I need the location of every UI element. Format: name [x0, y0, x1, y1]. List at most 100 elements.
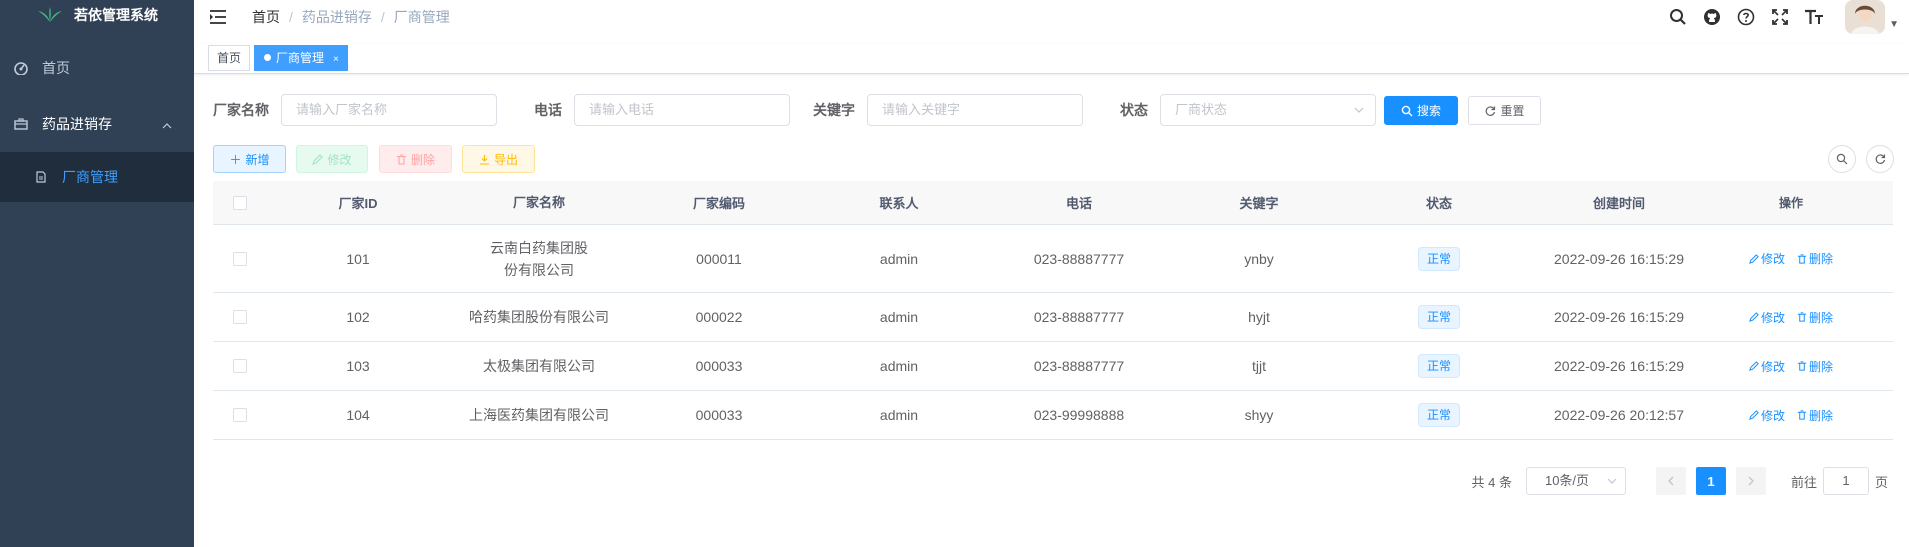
- row-delete-label: 删除: [1809, 359, 1834, 374]
- sidebar-item-label: 药品进销存: [42, 116, 112, 132]
- tag-manufacturer[interactable]: 厂商管理 ×: [254, 45, 348, 71]
- edit-icon: [1749, 361, 1759, 371]
- cell-actions: 修改 删除: [1709, 407, 1873, 424]
- header-name: 厂家名称: [512, 194, 565, 210]
- row-delete-link[interactable]: 删除: [1797, 358, 1833, 375]
- row-edit-link[interactable]: 修改: [1749, 407, 1785, 424]
- cell-created-time: 2022-09-26 20:12:57: [1554, 407, 1684, 423]
- row-delete-link[interactable]: 删除: [1797, 309, 1833, 326]
- table-header: 厂家ID 厂家名称 厂家编码 联系人 电话 关键字 状态 创建时间 操作: [213, 181, 1893, 225]
- cell-id: 104: [346, 407, 370, 423]
- navbar: 首页 / 药品进销存 / 厂商管理 ▼: [194, 0, 1909, 34]
- edit-button[interactable]: 修改: [296, 145, 368, 173]
- status-label: 状态: [1120, 102, 1148, 118]
- fullscreen-icon[interactable]: [1769, 6, 1791, 28]
- sidebar: 若依管理系统 首页 药品进销存 厂商管理: [0, 0, 194, 547]
- header-code: 厂家编码: [692, 196, 745, 211]
- row-delete-link[interactable]: 删除: [1797, 407, 1833, 424]
- font-size-icon[interactable]: [1803, 6, 1825, 28]
- refresh-button[interactable]: [1866, 145, 1894, 173]
- cell-contact: admin: [879, 250, 919, 267]
- sidebar-item-label: 首页: [42, 60, 70, 76]
- phone-input[interactable]: 请输入电话: [574, 94, 790, 126]
- breadcrumb: 首页 / 药品进销存 / 厂商管理: [252, 7, 450, 27]
- cell-name: 云南白药集团股份有限公司: [490, 239, 588, 278]
- row-checkbox[interactable]: [233, 408, 247, 422]
- chevron-right-icon: [1748, 476, 1754, 486]
- row-edit-label: 修改: [1760, 359, 1785, 374]
- row-checkbox[interactable]: [233, 310, 247, 324]
- edit-icon: [1749, 410, 1759, 420]
- status-badge: 正常: [1417, 246, 1460, 271]
- row-edit-link[interactable]: 修改: [1749, 250, 1785, 267]
- delete-button-label: 删除: [410, 152, 435, 167]
- sidebar-logo[interactable]: 若依管理系统: [0, 0, 194, 30]
- caret-down-icon[interactable]: ▼: [1889, 19, 1899, 30]
- active-dot-icon: [264, 54, 271, 61]
- trash-icon: [1797, 410, 1807, 420]
- reset-button-label: 重置: [1500, 104, 1525, 118]
- name-label: 厂家名称: [213, 102, 269, 118]
- row-delete-link[interactable]: 删除: [1797, 250, 1833, 267]
- tag-home[interactable]: 首页: [208, 45, 251, 71]
- chevron-up-icon: [162, 118, 172, 134]
- export-button-label: 导出: [493, 152, 518, 167]
- page-number-current[interactable]: 1: [1695, 467, 1726, 495]
- next-page-button[interactable]: [1735, 467, 1766, 495]
- breadcrumb-separator: /: [289, 9, 293, 25]
- breadcrumb-home[interactable]: 首页: [252, 7, 280, 27]
- sidebar-item-drug-inventory[interactable]: 药品进销存: [0, 96, 194, 152]
- page-size-value: 10条/页: [1544, 473, 1590, 488]
- cell-created-time: 2022-09-26 16:15:29: [1554, 358, 1684, 374]
- close-icon[interactable]: ×: [333, 54, 339, 65]
- edit-button-label: 修改: [327, 152, 352, 167]
- pagination: 共 4 条 10条/页 1 前往 1 页: [1472, 467, 1909, 495]
- goto-label: 前往: [1790, 474, 1817, 490]
- row-edit-link[interactable]: 修改: [1749, 358, 1785, 375]
- table-row: 102 哈药集团股份有限公司 000022 admin 023-88887777…: [213, 293, 1893, 342]
- goto-page-input[interactable]: 1: [1822, 467, 1869, 495]
- add-button[interactable]: ＋新增: [213, 145, 286, 173]
- cell-code: 000033: [695, 358, 743, 374]
- cell-phone: 023-88887777: [1033, 309, 1125, 325]
- cell-contact: admin: [879, 309, 919, 325]
- search-icon[interactable]: [1667, 6, 1689, 28]
- row-edit-link[interactable]: 修改: [1749, 309, 1785, 326]
- github-icon[interactable]: [1701, 6, 1723, 28]
- refresh-icon: [1875, 154, 1886, 164]
- keyword-input[interactable]: 请输入关键字: [867, 94, 1083, 126]
- sidebar-item-manufacturer[interactable]: 厂商管理: [0, 152, 194, 202]
- status-select-placeholder: 厂商状态: [1175, 102, 1228, 117]
- select-all-checkbox[interactable]: [233, 195, 247, 210]
- status-select[interactable]: 厂商状态: [1160, 94, 1376, 126]
- toggle-search-button[interactable]: [1828, 145, 1856, 173]
- page-size-select[interactable]: 10条/页: [1525, 467, 1626, 495]
- cell-name: 太极集团有限公司: [483, 358, 595, 374]
- app-root: 若依管理系统 首页 药品进销存 厂商管理 首页 / 药品进销存 / 厂商管理 ▼…: [0, 0, 1909, 547]
- avatar[interactable]: [1845, 0, 1886, 34]
- status-badge: 正常: [1417, 305, 1460, 329]
- cell-name: 上海医药集团有限公司: [469, 407, 609, 423]
- reset-button[interactable]: 重置: [1468, 96, 1541, 125]
- prev-page-button[interactable]: [1655, 467, 1686, 495]
- row-checkbox[interactable]: [233, 359, 247, 373]
- search-button[interactable]: 搜索: [1384, 96, 1458, 125]
- delete-button[interactable]: 删除: [379, 145, 452, 173]
- row-delete-label: 删除: [1809, 310, 1834, 325]
- name-input[interactable]: 请输入厂家名称: [281, 94, 497, 126]
- cell-actions: 修改 删除: [1709, 358, 1873, 375]
- cell-created-time: 2022-09-26 16:15:29: [1554, 250, 1684, 267]
- header-id: 厂家ID: [338, 196, 378, 211]
- add-button-label: 新增: [245, 152, 270, 167]
- export-button[interactable]: 导出: [462, 145, 535, 173]
- help-icon[interactable]: [1735, 6, 1757, 28]
- cell-phone: 023-99998888: [1033, 407, 1125, 423]
- sidebar-item-label: 厂商管理: [62, 169, 118, 185]
- breadcrumb-manufacturer: 厂商管理: [393, 9, 450, 25]
- header-phone: 电话: [1065, 196, 1092, 211]
- sidebar-item-home[interactable]: 首页: [0, 40, 194, 96]
- hamburger-icon[interactable]: [210, 10, 226, 24]
- cell-id: 103: [346, 358, 370, 374]
- chevron-down-icon: [1607, 468, 1617, 505]
- row-checkbox[interactable]: [233, 251, 247, 266]
